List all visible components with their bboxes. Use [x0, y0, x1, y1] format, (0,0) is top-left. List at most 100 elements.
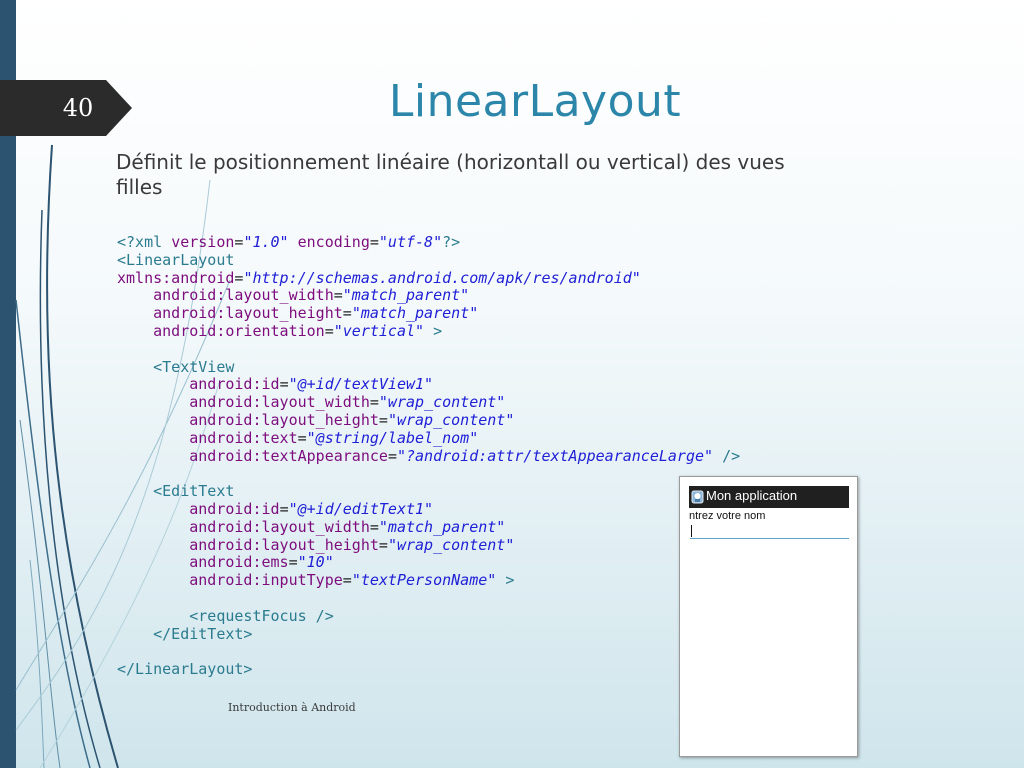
code-token: "match_parent": [378, 517, 506, 536]
slide-footer: Introduction à Android: [228, 701, 356, 714]
code-line: android:layout_width="wrap_content": [117, 393, 740, 412]
code-token: "textPersonName": [351, 571, 497, 590]
slide-number: 40: [62, 94, 94, 122]
code-token: "10": [297, 553, 334, 572]
slide: 40 LinearLayout Définit le positionnemen…: [0, 0, 1024, 768]
code-line: android:id="@+id/editText1": [117, 499, 740, 519]
code-token: "match_parent": [342, 286, 470, 305]
code-token: =: [342, 304, 352, 323]
code-line: <EditText: [117, 482, 740, 501]
code-token: android:layout_width: [189, 517, 370, 536]
app-icon: [691, 490, 704, 504]
code-token: android:ems: [189, 553, 289, 572]
code-line: </EditText>: [117, 624, 740, 644]
code-token: "@+id/textView1": [288, 375, 434, 394]
code-token: "wrap_content": [387, 535, 515, 554]
name-label: ntrez votre nom: [689, 510, 766, 522]
code-line: android:orientation="vertical" >: [117, 321, 740, 341]
phone-screenshot: Mon application ntrez votre nom: [679, 476, 858, 757]
code-token: </EditText>: [153, 624, 253, 643]
name-input[interactable]: [690, 524, 849, 539]
code-token: <EditText: [153, 482, 235, 501]
code-line: <?xml version="1.0" encoding="utf-8"?>: [117, 233, 740, 252]
code-line: </LinearLayout>: [117, 660, 740, 679]
code-token: =: [333, 286, 343, 305]
code-line: <TextView: [117, 357, 740, 377]
code-token: =: [288, 553, 298, 572]
code-token: ?>: [442, 233, 461, 251]
code-line: android:text="@string/label_nom": [117, 428, 740, 448]
code-token: =: [378, 535, 388, 554]
code-token: "vertical": [333, 321, 425, 340]
code-token: </LinearLayout>: [117, 660, 253, 679]
code-token: android:layout_height: [189, 410, 379, 429]
code-block: <?xml version="1.0" encoding="utf-8"?> <L…: [117, 233, 741, 679]
code-token: android:layout_width: [153, 286, 334, 305]
code-token: android:orientation: [153, 321, 325, 340]
code-token: "utf-8": [378, 233, 443, 251]
code-token: xmlns:android: [117, 268, 235, 287]
code-token: android:layout_height: [189, 535, 379, 554]
code-token: "match_parent": [351, 304, 479, 323]
code-line: android:ems="10": [117, 553, 740, 572]
code-line: android:layout_height="wrap_content": [117, 410, 740, 430]
code-line: <LinearLayout: [117, 250, 740, 270]
code-token: =: [324, 321, 334, 340]
code-token: "@+id/editText1": [288, 499, 434, 518]
code-token: <LinearLayout: [117, 250, 235, 269]
app-title-bar: Mon application: [689, 486, 849, 508]
code-token: =: [279, 375, 289, 394]
code-token: =: [369, 233, 379, 251]
code-token: =: [279, 499, 289, 518]
code-token: "http://schemas.android.com/apk/res/andr…: [243, 268, 641, 287]
code-line: xmlns:android="http://schemas.android.co…: [117, 268, 740, 288]
code-token: android:textAppearance: [189, 446, 388, 465]
code-token: />: [722, 446, 741, 465]
text-cursor: [691, 525, 692, 537]
code-token: android:text: [189, 428, 298, 447]
app-title: Mon application: [706, 488, 798, 503]
code-token: =: [378, 410, 388, 429]
code-token: =: [342, 571, 352, 590]
code-token: android:layout_height: [153, 304, 343, 323]
code-token: encoding: [297, 233, 370, 251]
code-token: <requestFocus />: [189, 606, 334, 625]
code-token: =: [369, 393, 379, 412]
code-token: "@string/label_nom": [306, 428, 479, 447]
code-token: "wrap_content": [387, 410, 515, 429]
code-token: =: [297, 428, 307, 447]
code-token: "wrap_content": [378, 393, 506, 412]
code-token: <TextView: [153, 357, 235, 376]
code-token: <?xml: [117, 233, 172, 251]
code-token: android:inputType: [189, 571, 343, 590]
code-line: android:id="@+id/textView1": [117, 375, 740, 394]
code-line: android:layout_width="match_parent": [117, 517, 740, 537]
code-line: android:inputType="textPersonName" >: [117, 571, 740, 590]
slide-title: LinearLayout: [388, 76, 682, 127]
